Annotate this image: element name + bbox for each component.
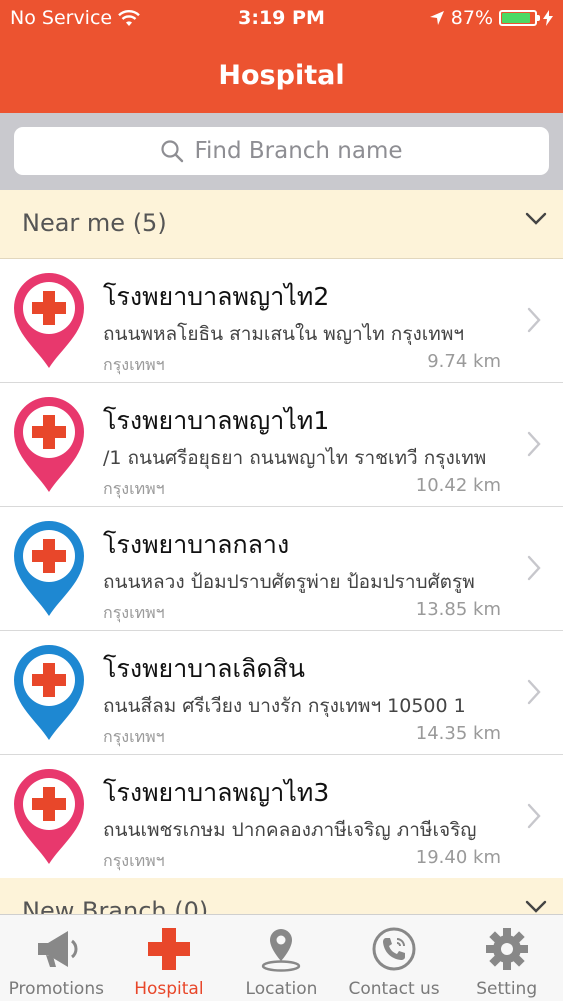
hospital-pin-icon: [14, 397, 84, 492]
tab-location[interactable]: Location: [225, 915, 338, 1001]
hospital-name: โรงพยาบาลพญาไท1: [103, 406, 330, 435]
red-cross-icon: [147, 928, 190, 970]
chevron-right-icon: [527, 555, 541, 581]
hospital-city: กรุงเทพฯ: [103, 603, 165, 622]
search-icon: [161, 140, 184, 163]
hospital-row[interactable]: โรงพยาบาลเลิดสินถนนสีลม ศรีเวียง บางรัก …: [0, 631, 563, 755]
tab-promotions[interactable]: Promotions: [0, 915, 113, 1001]
battery-icon: [499, 10, 540, 26]
phone-icon: [372, 927, 416, 971]
hospital-name: โรงพยาบาลพญาไท3: [103, 778, 330, 807]
page-title: Hospital: [218, 60, 345, 91]
hospital-distance: 13.85 km: [415, 599, 501, 620]
tab-bar: Promotions Hospital Location Contact us: [0, 914, 563, 1001]
hospital-name: โรงพยาบาลกลาง: [103, 530, 290, 559]
chevron-down-icon: [525, 900, 547, 913]
search-input[interactable]: Find Branch name: [14, 127, 549, 175]
battery-percent: 87%: [450, 7, 493, 29]
search-placeholder: Find Branch name: [194, 138, 403, 164]
charging-bolt-icon: [543, 10, 553, 26]
hospital-city: กรุงเทพฯ: [103, 479, 165, 498]
chevron-right-icon: [527, 307, 541, 333]
chevron-right-icon: [527, 431, 541, 457]
hospital-row[interactable]: โรงพยาบาลกลางถนนหลวง ป้อมปราบศัตรูพ่าย ป…: [0, 507, 563, 631]
hospital-pin-icon: [14, 769, 84, 864]
section-title: Near me (5): [22, 209, 167, 237]
search-bar: Find Branch name: [0, 113, 563, 190]
hospital-row[interactable]: โรงพยาบาลพญาไท3 ถนนเพชรเกษม ปากคลองภาษีเจ…: [0, 755, 563, 879]
hospital-distance: 10.42 km: [415, 475, 501, 496]
hospital-row[interactable]: โรงพยาบาลพญาไท2 ถนนพหลโยธิน สามเสนใน พญาไ…: [0, 259, 563, 383]
hospital-city: กรุงเทพฯ: [103, 727, 165, 746]
section-header-near-me[interactable]: Near me (5): [0, 190, 563, 259]
tab-label: Contact us: [348, 979, 440, 999]
chevron-down-icon: [525, 212, 547, 225]
megaphone-icon: [38, 931, 78, 967]
tab-label: Setting: [476, 979, 538, 999]
hospital-row[interactable]: โรงพยาบาลพญาไท1/1 ถนนศรีอยุธยา ถนนพญาไท …: [0, 383, 563, 507]
chevron-right-icon: [527, 679, 541, 705]
hospital-address: ถนนสีลม ศรีเวียง บางรัก กรุงเทพฯ 10500 1: [103, 695, 466, 717]
tab-label: Location: [245, 979, 318, 999]
gear-icon: [485, 928, 528, 970]
location-arrow-icon: [429, 11, 444, 25]
hospital-pin-icon: [14, 273, 84, 368]
hospital-distance: 14.35 km: [415, 723, 501, 744]
hospital-address: ถนนพหลโยธิน สามเสนใน พญาไท กรุงเทพฯ: [103, 323, 465, 345]
tab-label: Promotions: [8, 979, 104, 999]
hospital-address: ถนนหลวง ป้อมปราบศัตรูพ่าย ป้อมปราบศัตรูพ: [103, 571, 475, 593]
hospital-city: กรุงเทพฯ: [103, 851, 165, 870]
chevron-right-icon: [527, 803, 541, 829]
hospital-distance: 9.74 km: [427, 351, 501, 372]
hospital-address: /1 ถนนศรีอยุธยา ถนนพญาไท ราชเทวี กรุงเทพ: [103, 447, 487, 469]
map-pin-icon: [262, 929, 301, 972]
tab-label: Hospital: [134, 979, 204, 999]
status-bar: No Service 3:19 PM 87%: [0, 0, 563, 38]
hospital-pin-icon: [14, 645, 84, 740]
hospital-list: โรงพยาบาลพญาไท2 ถนนพหลโยธิน สามเสนใน พญาไ…: [0, 259, 563, 879]
hospital-city: กรุงเทพฯ: [103, 355, 165, 374]
hospital-pin-icon: [14, 521, 84, 616]
tab-contact-us[interactable]: Contact us: [338, 915, 451, 1001]
tab-hospital[interactable]: Hospital: [113, 915, 226, 1001]
hospital-name: โรงพยาบาลพญาไท2: [103, 282, 330, 311]
tab-setting[interactable]: Setting: [450, 915, 563, 1001]
nav-bar: Hospital: [0, 38, 563, 113]
hospital-address: ถนนเพชรเกษม ปากคลองภาษีเจริญ ภาษีเจริญ: [103, 819, 477, 841]
hospital-name: โรงพยาบาลเลิดสิน: [103, 654, 305, 683]
hospital-distance: 19.40 km: [415, 847, 501, 868]
